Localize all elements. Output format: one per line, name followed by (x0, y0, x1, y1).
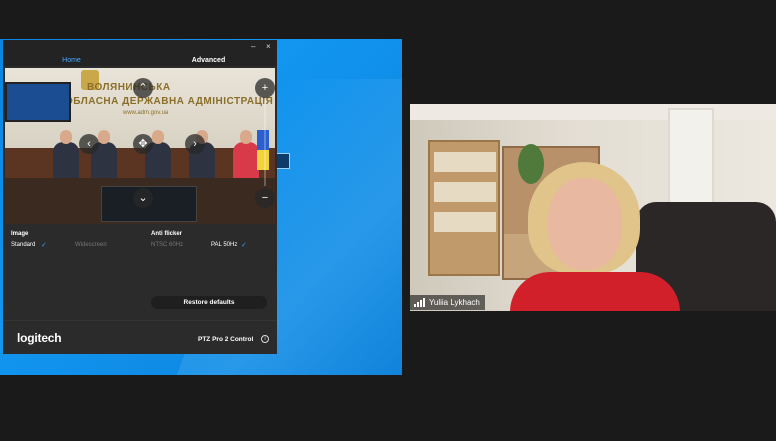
participant-name-tag: Yuliia Lykhach (410, 295, 485, 310)
pan-up-button[interactable]: ⌃ (133, 78, 153, 98)
close-icon[interactable]: × (266, 43, 271, 51)
move-icon[interactable]: ✥ (133, 134, 153, 154)
zoom-out-button[interactable]: − (255, 188, 275, 208)
preview-sign-line2: ОБЛАСНА ДЕРЖАВНА АДМІНІСТРАЦІЯ (65, 96, 274, 107)
participant-face (548, 178, 622, 270)
image-option-widescreen[interactable]: Widescreen (75, 242, 107, 248)
preview-person (53, 130, 79, 182)
anti-flicker-option-pal[interactable]: PAL 50Hz (211, 242, 237, 248)
zoom-in-button[interactable]: + (255, 78, 275, 98)
image-option-standard[interactable]: Standard (11, 242, 35, 248)
zoom-slider-track[interactable] (264, 100, 266, 186)
tab-advanced[interactable]: Advanced (140, 40, 277, 66)
pan-right-button[interactable]: › (185, 134, 205, 154)
tab-bar: Home Advanced – × (3, 40, 277, 66)
meeting-stage: Home Advanced – × ВОЛЯНИНСЬКА ОБЛАСНА ДЕ… (0, 0, 776, 441)
preview-sign-line3: www.adm.gov.ua (123, 110, 169, 116)
preview-person (233, 130, 259, 182)
participant-body (510, 272, 680, 311)
bookshelf (428, 140, 500, 276)
participant-name: Yuliia Lykhach (429, 298, 480, 307)
pan-left-button[interactable]: ‹ (79, 134, 99, 154)
plant (518, 144, 544, 184)
anti-flicker-label: Anti flicker (151, 231, 183, 237)
camera-preview: ВОЛЯНИНСЬКА ОБЛАСНА ДЕРЖАВНА АДМІНІСТРАЦ… (5, 68, 275, 224)
preview-sign-line1: ВОЛЯНИНСЬКА (87, 82, 171, 93)
desktop-shortcut-icon[interactable] (276, 153, 290, 169)
room-ceiling (410, 104, 776, 120)
restore-defaults-button[interactable]: Restore defaults (151, 296, 267, 309)
anti-flicker-option-ntsc[interactable]: NTSC 60Hz (151, 242, 183, 248)
product-name: PTZ Pro 2 Control (198, 336, 254, 343)
minimize-icon[interactable]: – (251, 43, 255, 51)
room-door (668, 108, 714, 212)
tab-home[interactable]: Home (3, 40, 140, 66)
signal-strength-icon (414, 298, 425, 307)
check-icon: ✓ (41, 242, 47, 249)
preview-tv-screen (5, 82, 71, 122)
check-icon: ✓ (241, 242, 247, 249)
logitech-logo: logitech (17, 331, 62, 345)
image-label: Image (11, 231, 29, 237)
pan-down-button[interactable]: ⌄ (133, 188, 153, 208)
participant-video: Yuliia Lykhach (410, 104, 776, 311)
app-footer: logitech PTZ Pro 2 Control i (3, 320, 277, 354)
preview-flag (257, 130, 269, 170)
info-icon[interactable]: i (261, 335, 269, 343)
logitech-ptz-app-window: Home Advanced – × ВОЛЯНИНСЬКА ОБЛАСНА ДЕ… (3, 40, 277, 354)
